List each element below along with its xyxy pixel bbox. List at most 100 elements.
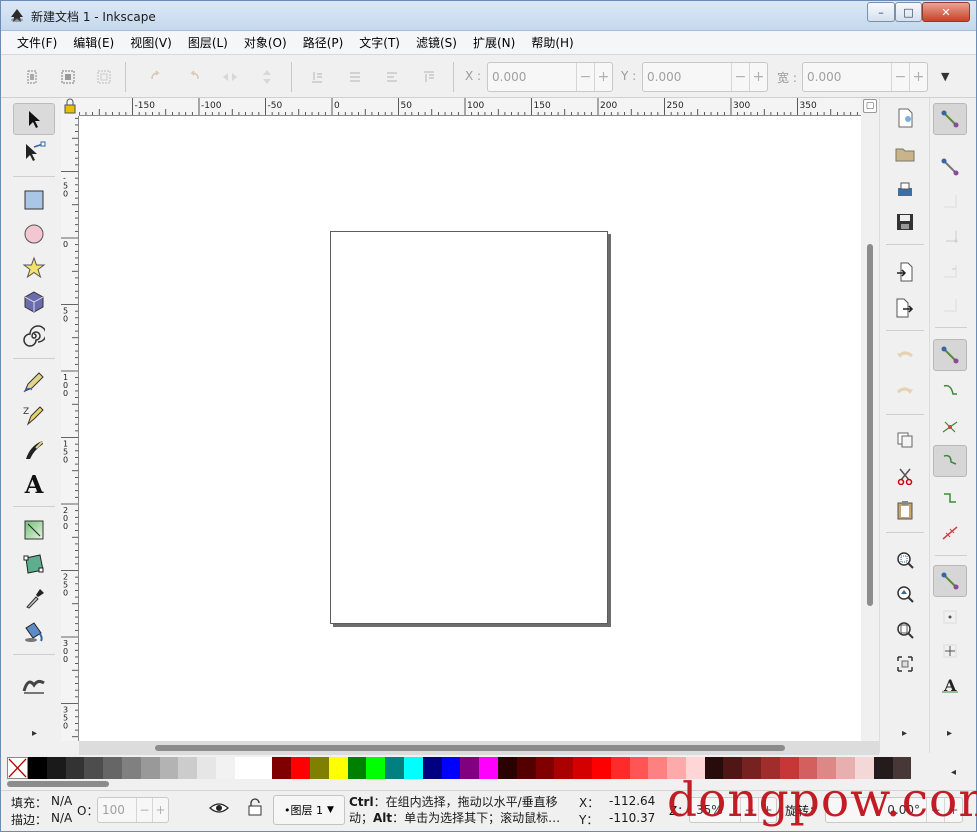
snap-bbox-corner-icon[interactable]: [933, 219, 967, 251]
color-swatch[interactable]: [779, 757, 799, 779]
pen-tool-button[interactable]: Z: [13, 400, 55, 432]
select-all-icon[interactable]: [21, 66, 43, 88]
color-swatch[interactable]: [591, 757, 611, 779]
color-swatch[interactable]: [121, 757, 141, 779]
none-color-swatch[interactable]: [7, 757, 28, 779]
snap-expand-arrow[interactable]: ▸: [947, 728, 952, 739]
color-swatch[interactable]: [855, 757, 874, 779]
zoom-drawing-icon[interactable]: [893, 582, 917, 606]
rotation-increment[interactable]: +: [944, 798, 962, 822]
color-swatch[interactable]: [84, 757, 104, 779]
menu-object[interactable]: 对象(O): [236, 32, 295, 53]
raise-to-top-icon[interactable]: [418, 66, 440, 88]
maximize-button[interactable]: □: [895, 2, 922, 22]
color-swatch[interactable]: [723, 757, 743, 779]
stroke-value[interactable]: N/A: [51, 811, 72, 825]
vertical-scrollbar[interactable]: ▢: [861, 98, 879, 741]
snap-smooth-nodes-icon[interactable]: [933, 483, 967, 515]
layer-lock-icon[interactable]: [247, 798, 263, 816]
spiral-tool-button[interactable]: [13, 320, 55, 352]
paste-icon[interactable]: [893, 498, 917, 522]
color-swatch[interactable]: [197, 757, 216, 779]
color-swatch[interactable]: [347, 757, 367, 779]
color-swatch[interactable]: [65, 757, 85, 779]
snap-cusp-nodes-icon[interactable]: [933, 445, 967, 477]
zoom-page-icon[interactable]: [893, 618, 917, 642]
menu-filters[interactable]: 滤镜(S): [408, 32, 465, 53]
x-decrement[interactable]: −: [576, 63, 594, 91]
color-swatch[interactable]: [460, 757, 480, 779]
rect-tool-button[interactable]: [13, 184, 55, 216]
opacity-increment[interactable]: +: [152, 798, 168, 822]
rotate-cw-icon[interactable]: [183, 66, 205, 88]
opacity-field[interactable]: 100 − +: [97, 797, 169, 823]
cut-icon[interactable]: [893, 464, 917, 488]
color-swatch[interactable]: [761, 757, 780, 779]
y-increment[interactable]: +: [749, 63, 767, 91]
menu-help[interactable]: 帮助(H): [523, 32, 581, 53]
selector-tool-button[interactable]: [13, 103, 55, 135]
color-swatch[interactable]: [516, 757, 536, 779]
color-swatch[interactable]: [46, 757, 66, 779]
y-decrement[interactable]: −: [731, 63, 749, 91]
calligraphy-tool-button[interactable]: [13, 434, 55, 466]
color-swatch[interactable]: [535, 757, 555, 779]
color-swatch[interactable]: [272, 757, 292, 779]
color-swatch[interactable]: [685, 757, 705, 779]
ellipse-tool-button[interactable]: [13, 218, 55, 250]
color-swatch[interactable]: [140, 757, 160, 779]
horizontal-scroll-thumb[interactable]: [155, 745, 785, 751]
document-page[interactable]: [330, 231, 608, 624]
menu-view[interactable]: 视图(V): [122, 32, 180, 53]
palette-scrollbar[interactable]: [7, 781, 109, 787]
raise-icon[interactable]: [381, 66, 403, 88]
pencil-tool-button[interactable]: [13, 366, 55, 398]
snap-bbox-edge-icon[interactable]: [933, 185, 967, 217]
color-swatch[interactable]: [742, 757, 762, 779]
color-swatch[interactable]: [667, 757, 686, 779]
copy-icon[interactable]: [893, 428, 917, 452]
w-increment[interactable]: +: [909, 63, 927, 91]
color-swatch[interactable]: [103, 757, 122, 779]
snap-intersection-icon[interactable]: [933, 411, 967, 443]
snap-others-icon[interactable]: [933, 565, 967, 597]
palette-menu-arrow[interactable]: ◂: [951, 767, 956, 778]
lower-icon[interactable]: [344, 66, 366, 88]
color-swatch[interactable]: [328, 757, 348, 779]
horizontal-ruler[interactable]: -150 -100 -50 0 50 100 150 200 250 300 350: [79, 98, 861, 116]
drawing-canvas[interactable]: [79, 116, 861, 741]
color-swatch[interactable]: [366, 757, 386, 779]
star-tool-button[interactable]: [13, 252, 55, 284]
snap-toggle-icon[interactable]: [933, 103, 967, 135]
import-icon[interactable]: [893, 260, 917, 284]
dropper-tool-button[interactable]: [13, 582, 55, 614]
rotation-field[interactable]: 0.00° − +: [825, 797, 963, 823]
snap-nodes-icon[interactable]: [933, 339, 967, 371]
zoom-field[interactable]: 35% − +: [689, 797, 777, 823]
layer-visibility-eye-icon[interactable]: [209, 800, 229, 816]
gradient-tool-button[interactable]: [13, 514, 55, 546]
flip-vertical-icon[interactable]: [256, 66, 278, 88]
snap-midpoints-icon[interactable]: [933, 517, 967, 549]
minimize-button[interactable]: –: [867, 2, 895, 22]
color-swatch[interactable]: [159, 757, 179, 779]
color-swatch[interactable]: [573, 757, 592, 779]
mesh-tool-button[interactable]: [13, 548, 55, 580]
title-bar[interactable]: 新建文档 1 - Inkscape – □ ✕: [1, 1, 976, 31]
redo-icon[interactable]: [893, 380, 917, 404]
color-swatch[interactable]: [291, 757, 310, 779]
zoom-decrement[interactable]: −: [740, 798, 758, 822]
vertical-scroll-thumb[interactable]: [867, 244, 873, 606]
color-swatch[interactable]: [629, 757, 649, 779]
color-swatch[interactable]: [817, 757, 837, 779]
snap-paths-icon[interactable]: [933, 375, 967, 407]
rotation-decrement[interactable]: −: [926, 798, 944, 822]
horizontal-scrollbar[interactable]: [79, 741, 879, 755]
menu-path[interactable]: 路径(P): [295, 32, 352, 53]
color-swatch[interactable]: [385, 757, 404, 779]
color-swatch[interactable]: [215, 757, 235, 779]
zoom-increment[interactable]: +: [758, 798, 776, 822]
color-swatch[interactable]: [892, 757, 912, 779]
commands-expand-arrow[interactable]: ▸: [902, 728, 907, 739]
flip-horizontal-icon[interactable]: [219, 66, 241, 88]
